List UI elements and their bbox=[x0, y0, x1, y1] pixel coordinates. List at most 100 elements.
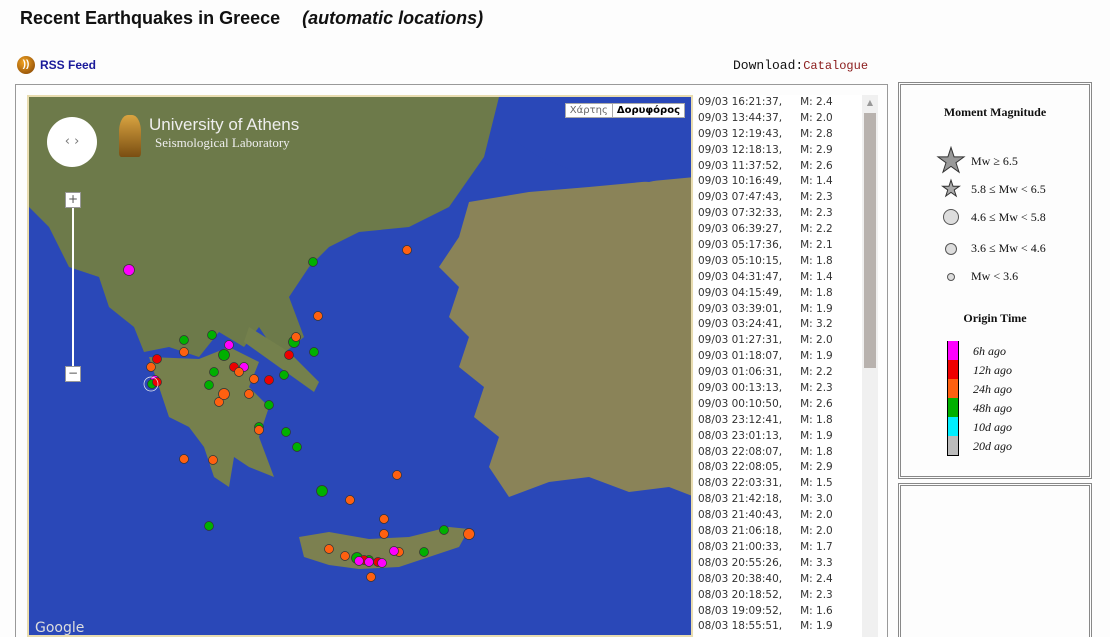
event-row[interactable]: 09/03 00:10:50, M: 2.6 bbox=[694, 397, 878, 413]
earthquake-marker[interactable] bbox=[366, 572, 376, 582]
scrollbar-thumb[interactable] bbox=[864, 113, 876, 368]
event-row[interactable]: 08/03 21:42:18, M: 3.0 bbox=[694, 492, 878, 508]
earthquake-marker[interactable] bbox=[208, 455, 218, 465]
earthquake-marker[interactable] bbox=[316, 485, 328, 497]
event-magnitude: M: 2.4 bbox=[800, 572, 833, 585]
earthquake-marker[interactable] bbox=[389, 546, 399, 556]
event-row[interactable]: 09/03 12:18:13, M: 2.9 bbox=[694, 143, 878, 159]
earthquake-marker[interactable] bbox=[244, 389, 254, 399]
earthquake-marker[interactable] bbox=[146, 362, 156, 372]
event-row[interactable]: 09/03 04:31:47, M: 1.4 bbox=[694, 270, 878, 286]
event-row[interactable]: 08/03 18:55:51, M: 1.9 bbox=[694, 619, 878, 635]
earthquake-marker[interactable] bbox=[345, 495, 355, 505]
earthquake-marker[interactable] bbox=[264, 400, 274, 410]
scroll-up-icon[interactable]: ▲ bbox=[862, 95, 878, 111]
event-row[interactable]: 09/03 06:39:27, M: 2.2 bbox=[694, 222, 878, 238]
earthquake-marker[interactable] bbox=[439, 525, 449, 535]
earthquake-marker[interactable] bbox=[224, 340, 234, 350]
earthquake-marker[interactable] bbox=[354, 556, 364, 566]
earthquake-marker[interactable] bbox=[419, 547, 429, 557]
legend-panel: Moment Magnitude ★ Mw ≥ 6.5 ★ 5.8 ≤ Mw < 6… bbox=[898, 82, 1092, 479]
earthquake-marker[interactable] bbox=[463, 528, 475, 540]
map-type-map-button[interactable]: Χάρτης bbox=[566, 104, 612, 117]
event-row[interactable]: 09/03 01:18:07, M: 1.9 bbox=[694, 349, 878, 365]
event-row[interactable]: 08/03 20:38:40, M: 2.4 bbox=[694, 572, 878, 588]
event-row[interactable]: 09/03 01:27:31, M: 2.0 bbox=[694, 333, 878, 349]
event-row[interactable]: 08/03 21:06:18, M: 2.0 bbox=[694, 524, 878, 540]
athena-logo-icon bbox=[119, 115, 141, 157]
event-row[interactable]: 09/03 00:13:13, M: 2.3 bbox=[694, 381, 878, 397]
earthquake-marker[interactable] bbox=[207, 330, 217, 340]
event-row[interactable]: 08/03 20:55:26, M: 3.3 bbox=[694, 556, 878, 572]
earthquake-marker[interactable] bbox=[392, 470, 402, 480]
catalogue-link[interactable]: Catalogue bbox=[803, 59, 868, 73]
earthquake-marker[interactable] bbox=[291, 332, 301, 342]
event-row[interactable]: 09/03 12:19:43, M: 2.8 bbox=[694, 127, 878, 143]
earthquake-marker[interactable] bbox=[179, 335, 189, 345]
earthquake-marker[interactable] bbox=[264, 375, 274, 385]
event-row[interactable]: 08/03 23:01:13, M: 1.9 bbox=[694, 429, 878, 445]
event-row[interactable]: 09/03 05:17:36, M: 2.1 bbox=[694, 238, 878, 254]
time-label: 24h ago bbox=[973, 381, 1012, 396]
event-row[interactable]: 09/03 10:16:49, M: 1.4 bbox=[694, 174, 878, 190]
event-row[interactable]: 08/03 23:12:41, M: 1.8 bbox=[694, 413, 878, 429]
zoom-slider[interactable] bbox=[72, 208, 74, 366]
map-type-satellite-button[interactable]: Δορυφόρος bbox=[611, 104, 684, 117]
event-row[interactable]: 09/03 01:06:31, M: 2.2 bbox=[694, 365, 878, 381]
event-row[interactable]: 09/03 05:10:15, M: 1.8 bbox=[694, 254, 878, 270]
time-label: 48h ago bbox=[973, 400, 1012, 415]
earthquake-marker[interactable] bbox=[379, 529, 389, 539]
earthquake-marker[interactable] bbox=[340, 551, 350, 561]
event-row[interactable]: 08/03 21:40:43, M: 2.0 bbox=[694, 508, 878, 524]
event-row[interactable]: 09/03 11:37:52, M: 2.6 bbox=[694, 159, 878, 175]
zoom-out-button[interactable]: − bbox=[65, 366, 81, 382]
zoom-in-button[interactable]: + bbox=[65, 192, 81, 208]
event-row[interactable]: 09/03 04:15:49, M: 1.8 bbox=[694, 286, 878, 302]
earthquake-marker[interactable] bbox=[324, 544, 334, 554]
earthquake-marker[interactable] bbox=[377, 558, 387, 568]
earthquake-marker[interactable] bbox=[234, 367, 244, 377]
earthquake-marker[interactable] bbox=[313, 311, 323, 321]
event-row[interactable]: 09/03 16:21:37, M: 2.4 bbox=[694, 95, 878, 111]
earthquake-marker[interactable] bbox=[254, 425, 264, 435]
event-row[interactable]: 08/03 22:08:05, M: 2.9 bbox=[694, 460, 878, 476]
event-row[interactable]: 09/03 03:39:01, M: 1.9 bbox=[694, 302, 878, 318]
event-row[interactable]: 08/03 22:08:07, M: 1.8 bbox=[694, 445, 878, 461]
earthquake-marker[interactable] bbox=[152, 354, 162, 364]
event-row[interactable]: 08/03 22:03:31, M: 1.5 bbox=[694, 476, 878, 492]
earthquake-marker[interactable] bbox=[364, 557, 374, 567]
earthquake-marker[interactable] bbox=[308, 257, 318, 267]
earthquake-marker[interactable] bbox=[209, 367, 219, 377]
earthquake-marker[interactable] bbox=[402, 245, 412, 255]
event-row[interactable]: 08/03 20:18:52, M: 2.3 bbox=[694, 588, 878, 604]
earthquake-marker[interactable] bbox=[179, 347, 189, 357]
earthquake-marker[interactable] bbox=[218, 349, 230, 361]
earthquake-marker[interactable] bbox=[379, 514, 389, 524]
rss-feed-link[interactable]: )) RSS Feed bbox=[17, 56, 96, 74]
event-row[interactable]: 08/03 19:09:52, M: 1.6 bbox=[694, 604, 878, 620]
event-list-scrollbar[interactable]: ▲ bbox=[862, 95, 878, 637]
event-row[interactable]: 08/03 21:00:33, M: 1.7 bbox=[694, 540, 878, 556]
event-row[interactable]: 09/03 03:24:41, M: 3.2 bbox=[694, 317, 878, 333]
earthquake-marker[interactable] bbox=[281, 427, 291, 437]
page-title: Recent Earthquakes in Greece (automatic l… bbox=[20, 8, 484, 28]
event-magnitude: M: 1.7 bbox=[800, 540, 833, 553]
earthquake-marker[interactable] bbox=[204, 380, 214, 390]
earthquake-marker[interactable] bbox=[179, 454, 189, 464]
earthquake-marker[interactable] bbox=[279, 370, 289, 380]
pan-control[interactable]: ‹ › bbox=[47, 117, 97, 167]
event-magnitude: M: 1.8 bbox=[800, 413, 833, 426]
earthquake-marker[interactable] bbox=[152, 377, 162, 387]
earthquake-marker[interactable] bbox=[292, 442, 302, 452]
earthquake-marker[interactable] bbox=[218, 388, 230, 400]
earthquake-marker[interactable] bbox=[249, 374, 259, 384]
event-row[interactable]: 09/03 07:47:43, M: 2.3 bbox=[694, 190, 878, 206]
earthquake-map[interactable]: University of Athens Seismological Labora… bbox=[27, 95, 693, 637]
earthquake-marker[interactable] bbox=[204, 521, 214, 531]
earthquake-marker[interactable] bbox=[309, 347, 319, 357]
earthquake-marker[interactable] bbox=[123, 264, 135, 276]
event-row[interactable]: 09/03 07:32:33, M: 2.3 bbox=[694, 206, 878, 222]
map-canvas[interactable] bbox=[29, 97, 691, 635]
event-row[interactable]: 09/03 13:44:37, M: 2.0 bbox=[694, 111, 878, 127]
earthquake-marker[interactable] bbox=[284, 350, 294, 360]
